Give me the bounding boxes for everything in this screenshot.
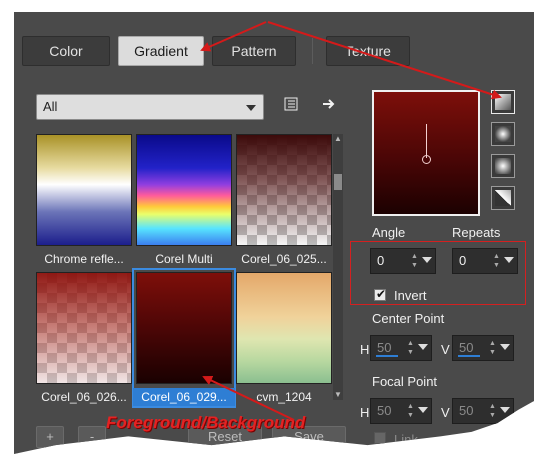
export-arrow-icon[interactable] <box>318 96 340 118</box>
add-gradient-button[interactable]: + <box>36 426 64 448</box>
tab-pattern[interactable]: Pattern <box>212 36 296 66</box>
scrollbar-thumb[interactable] <box>334 174 342 190</box>
tab-texture[interactable]: Texture <box>326 36 410 66</box>
focal-point-label: Focal Point <box>372 374 438 389</box>
linear-style-icon[interactable] <box>491 90 515 114</box>
center-v-stepper[interactable]: 50 ▲ ▼ <box>452 335 514 361</box>
chevron-down-icon[interactable] <box>500 344 510 350</box>
highlight-box <box>350 241 526 305</box>
center-h-label: H <box>360 342 370 357</box>
center-point-label: Center Point <box>372 311 445 326</box>
stepper-arrows-icon[interactable]: ▲ ▼ <box>407 402 414 420</box>
sunburst-style-icon[interactable] <box>491 154 515 178</box>
focal-v-stepper[interactable]: 50 ▲ ▼ <box>452 398 514 424</box>
category-dropdown[interactable]: All <box>36 94 264 120</box>
material-properties-panel: Color Gradient Pattern Texture All Chrom… <box>14 12 534 454</box>
link-checkbox[interactable] <box>374 432 386 444</box>
link-label[interactable]: Link <box>394 432 418 447</box>
stepper-arrows-icon[interactable]: ▲ ▼ <box>407 339 414 357</box>
focal-v-label: V <box>441 405 450 420</box>
angle-label: Angle <box>372 225 406 240</box>
scroll-down-icon[interactable]: ▼ <box>333 390 343 400</box>
stepper-arrows-icon[interactable]: ▲ ▼ <box>489 402 496 420</box>
tab-gradient[interactable]: Gradient <box>118 36 204 66</box>
gradient-name: Corel_06_025... <box>241 252 327 266</box>
focal-v-value[interactable]: 50 <box>459 403 473 418</box>
scroll-up-icon[interactable]: ▲ <box>333 134 343 144</box>
category-selected: All <box>43 99 58 114</box>
annotation-label: Foreground/Background <box>106 413 306 432</box>
chevron-down-icon[interactable] <box>418 407 428 413</box>
center-v-label: V <box>441 342 450 357</box>
tab-color[interactable]: Color <box>22 36 110 66</box>
repeats-label: Repeats <box>452 225 501 240</box>
value-slider-bar <box>376 355 398 357</box>
gradient-list-icon[interactable] <box>280 96 302 118</box>
rectangular-style-icon[interactable] <box>491 122 515 146</box>
gradient-name: Corel_06_026... <box>41 390 127 404</box>
gradient-name: Corel_06_029... <box>133 388 235 406</box>
value-slider-bar <box>458 355 480 357</box>
chevron-down-icon <box>246 105 256 111</box>
center-h-value[interactable]: 50 <box>377 340 391 355</box>
chevron-down-icon[interactable] <box>500 407 510 413</box>
gradient-name: Chrome refle... <box>44 252 124 266</box>
focal-h-value[interactable]: 50 <box>377 403 391 418</box>
gradient-name: cvm_1204 <box>256 390 312 404</box>
focal-h-label: H <box>360 405 370 420</box>
gradient-grid: Chrome refle... Corel Multi Corel_06_025… <box>32 130 356 408</box>
radial-style-icon[interactable] <box>491 186 515 210</box>
grid-scrollbar[interactable]: ▲ ▼ <box>333 134 343 400</box>
center-point-handle[interactable] <box>422 155 431 164</box>
remove-gradient-button[interactable]: - <box>78 426 106 448</box>
center-h-stepper[interactable]: 50 ▲ ▼ <box>370 335 432 361</box>
gradient-name: Corel Multi <box>155 252 213 266</box>
tab-separator <box>312 38 313 64</box>
focal-h-stepper[interactable]: 50 ▲ ▼ <box>370 398 432 424</box>
stepper-arrows-icon[interactable]: ▲ ▼ <box>489 339 496 357</box>
gradient-preview[interactable] <box>372 90 480 216</box>
angle-handle-line <box>426 124 427 158</box>
center-v-value[interactable]: 50 <box>459 340 473 355</box>
chevron-down-icon[interactable] <box>418 344 428 350</box>
